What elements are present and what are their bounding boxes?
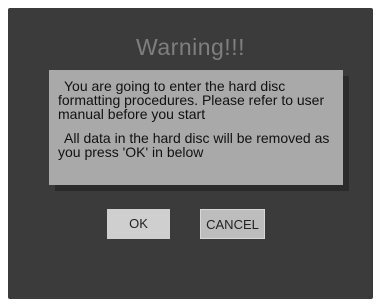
dialog-title: Warning!!! xyxy=(136,34,245,60)
ok-button[interactable]: OK xyxy=(107,209,170,239)
warning-message-procedure: You are going to enter the hard disc for… xyxy=(58,78,325,122)
warning-message-data-loss: All data in the hard disc will be remove… xyxy=(58,130,330,160)
warning-message-box: You are going to enter the hard disc for… xyxy=(49,70,343,185)
cancel-button[interactable]: CANCEL xyxy=(200,209,265,239)
